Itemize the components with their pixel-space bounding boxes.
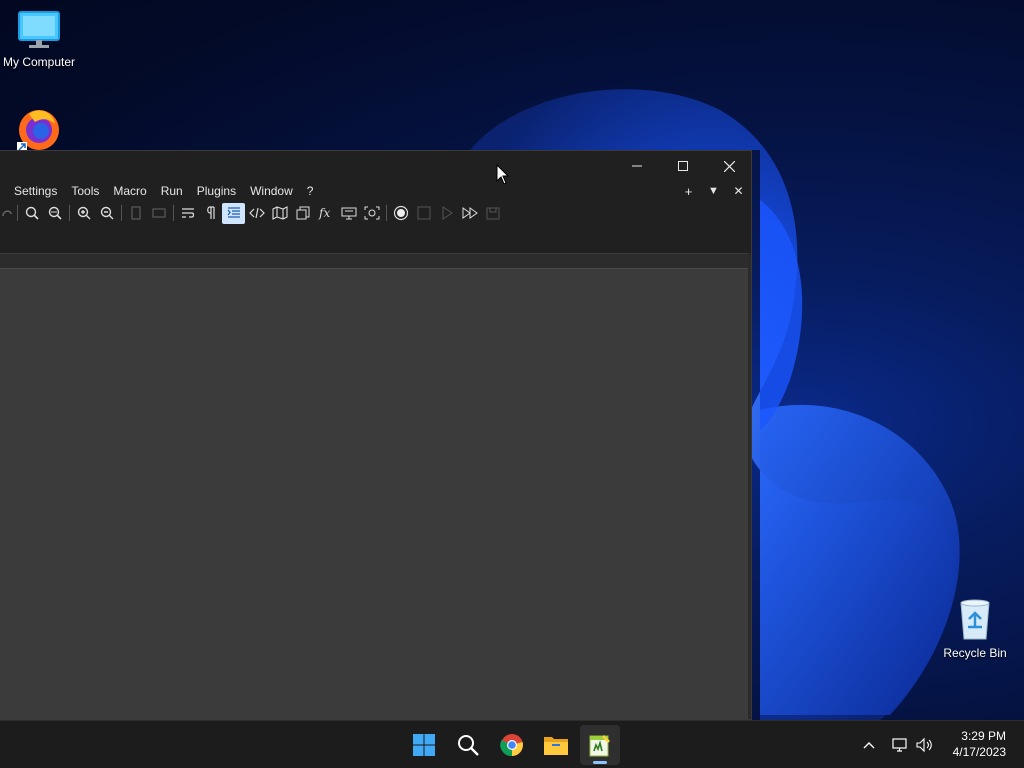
close-icon [723, 160, 735, 172]
volume-button[interactable] [913, 721, 937, 768]
menu-tools[interactable]: Tools [64, 181, 106, 201]
editor-area[interactable] [0, 269, 749, 719]
clock-time: 3:29 PM [961, 729, 1006, 743]
indent-guide-button[interactable] [222, 202, 245, 224]
menubar: Settings Tools Macro Run Plugins Window … [0, 181, 751, 201]
notepadpp-taskbar-button[interactable] [580, 725, 620, 765]
save-macro-icon [486, 207, 499, 220]
notepadpp-icon [589, 735, 610, 757]
search-button[interactable] [448, 725, 488, 765]
desktop-icon-my-computer[interactable]: My Computer [0, 10, 79, 69]
tab-list-button[interactable]: ▼ [701, 185, 726, 197]
monitoring-button[interactable] [360, 203, 383, 224]
menu-plugins[interactable]: Plugins [190, 181, 243, 201]
documents-icon [296, 206, 309, 220]
stop-icon [417, 206, 430, 220]
menu-macro[interactable]: Macro [106, 181, 153, 201]
monitor-panel-icon [341, 207, 356, 220]
zoom-out-button[interactable] [95, 203, 118, 224]
minimize-icon [632, 165, 642, 167]
pilcrow-icon [206, 206, 215, 219]
fast-forward-icon [462, 207, 478, 219]
screenshot-icon [364, 206, 379, 220]
close-tab-button[interactable]: ✕ [726, 184, 751, 198]
svg-text:fx: fx [318, 206, 330, 220]
tab-bar [0, 253, 749, 269]
wrap-indent-guide-icon [226, 207, 240, 218]
zoom-in-button[interactable] [72, 203, 95, 224]
macro-stop-button[interactable] [412, 203, 435, 224]
macro-save-button[interactable] [481, 203, 504, 224]
system-clock[interactable]: 3:29 PM 4/17/2023 [953, 728, 1006, 760]
zoom-in-icon [77, 206, 90, 220]
map-icon [271, 206, 288, 220]
play-icon [442, 206, 453, 220]
desktop-icon-label: My Computer [2, 55, 76, 69]
word-wrap-icon [181, 208, 194, 218]
find-button[interactable] [20, 203, 43, 224]
network-icon [892, 738, 907, 752]
record-icon [393, 205, 408, 221]
network-button[interactable] [889, 721, 911, 768]
monitor-icon [18, 11, 60, 48]
maximize-icon [678, 161, 688, 171]
zoom-out-icon [100, 206, 113, 220]
volume-icon [916, 737, 932, 753]
macro-record-button[interactable] [389, 203, 412, 224]
word-wrap-button[interactable] [176, 203, 199, 224]
chrome-button[interactable] [492, 725, 532, 765]
desktop-icon-recycle-bin[interactable]: Recycle Bin [935, 597, 1015, 660]
chrome-icon [500, 734, 523, 757]
file-explorer-icon [544, 737, 568, 755]
redo-button[interactable] [0, 203, 14, 224]
desktop-icon-firefox[interactable] [0, 104, 79, 155]
start-icon [413, 734, 435, 756]
minimize-button[interactable] [614, 151, 660, 181]
notepadpp-window: Settings Tools Macro Run Plugins Window … [0, 150, 752, 720]
document-list-button[interactable] [291, 203, 314, 224]
function-icon: fx [318, 206, 330, 220]
language-button[interactable] [245, 203, 268, 224]
show-hidden-icons-button[interactable] [858, 721, 880, 768]
add-tab-button[interactable]: + [676, 184, 701, 199]
sync-vertical-button[interactable] [124, 203, 147, 224]
sync-horizontal-icon [152, 208, 165, 218]
document-map-button[interactable] [268, 203, 291, 224]
clock-date: 4/17/2023 [952, 745, 1006, 759]
desktop-icon-label: Recycle Bin [943, 646, 1007, 660]
firefox-icon [17, 110, 59, 152]
menu-right-controls: + ▼ ✕ [676, 181, 751, 201]
redo-icon [2, 210, 12, 217]
menu-help[interactable]: ? [300, 181, 321, 201]
close-button[interactable] [706, 151, 752, 181]
maximize-button[interactable] [660, 151, 706, 181]
toolbar: fx [0, 202, 751, 224]
macro-play-button[interactable] [435, 203, 458, 224]
menu-run[interactable]: Run [154, 181, 190, 201]
recycle-bin-icon [960, 599, 990, 640]
sync-horizontal-button[interactable] [147, 203, 170, 224]
show-all-chars-button[interactable] [199, 203, 222, 224]
folder-as-workspace-button[interactable] [337, 203, 360, 224]
find-replace-icon [48, 206, 62, 220]
file-explorer-button[interactable] [536, 725, 576, 765]
taskbar: 3:29 PM 4/17/2023 [0, 720, 1024, 768]
search-icon [458, 735, 479, 756]
replace-button[interactable] [43, 203, 66, 224]
mouse-cursor-icon [496, 164, 510, 185]
start-button[interactable] [404, 725, 444, 765]
macro-run-multiple-button[interactable] [458, 203, 481, 224]
function-list-button[interactable]: fx [314, 203, 337, 224]
window-edge [748, 253, 751, 719]
menu-window[interactable]: Window [243, 181, 300, 201]
chevron-up-icon [863, 742, 875, 749]
code-tag-icon [248, 207, 265, 219]
menu-settings[interactable]: Settings [0, 181, 64, 201]
window-titlebar[interactable] [0, 151, 751, 181]
search-icon [25, 206, 39, 220]
sync-vertical-icon [131, 206, 140, 220]
